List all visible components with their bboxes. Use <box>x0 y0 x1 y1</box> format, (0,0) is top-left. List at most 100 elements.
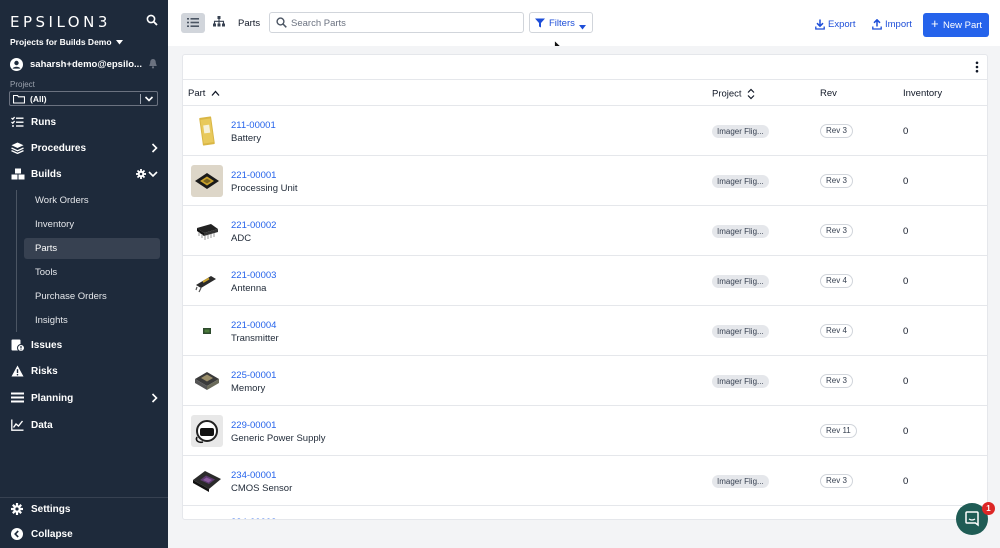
workspace-name: Projects for Builds Demo <box>10 37 112 47</box>
nav-procedures[interactable]: Procedures <box>0 138 168 160</box>
caret-down-icon <box>115 40 123 45</box>
chevron-right-icon[interactable] <box>151 393 158 406</box>
inventory-count: 0 <box>903 126 909 137</box>
inventory-count: 0 <box>903 326 909 337</box>
sidebar-item-insights[interactable]: Insights <box>24 310 160 331</box>
caret-down-icon <box>579 21 586 33</box>
nav-label: Planning <box>31 393 74 404</box>
inventory-count: 0 <box>903 276 909 287</box>
table-row[interactable]: 221-00004 Transmitter Imager Flig... Rev… <box>183 306 987 356</box>
chevron-right-icon[interactable] <box>151 143 158 156</box>
app-logo[interactable]: EPSILON3 <box>10 13 111 31</box>
part-thumbnail <box>191 215 223 247</box>
column-header-rev[interactable]: Rev <box>820 88 837 99</box>
nav-label: Settings <box>31 504 71 515</box>
notification-badge: 1 <box>982 502 995 515</box>
part-number-link[interactable]: 221-00002 <box>231 220 276 231</box>
nav-builds[interactable]: Builds <box>0 164 168 186</box>
filters-button[interactable]: Filters <box>529 12 593 33</box>
rev-badge: Rev 11 <box>820 424 857 438</box>
part-number-link[interactable]: 211-00001 <box>231 120 276 131</box>
sidebar-item-label: Tools <box>35 267 58 278</box>
sidebar-item-work-orders[interactable]: Work Orders <box>24 190 160 211</box>
project-badge: Imager Flig... <box>712 225 769 238</box>
part-name: Memory <box>231 383 266 394</box>
new-part-button[interactable]: + New Part <box>923 13 989 37</box>
cubes-icon <box>11 168 25 183</box>
project-badge: Imager Flig... <box>712 475 769 488</box>
issues-icon <box>11 339 25 355</box>
search-icon <box>276 17 287 31</box>
rev-badge: Rev 3 <box>820 124 853 138</box>
column-header-inventory[interactable]: Inventory <box>903 88 942 99</box>
hierarchy-view-button[interactable] <box>213 16 225 30</box>
table-row[interactable]: 229-00001 Generic Power Supply Rev 11 0 <box>183 406 987 456</box>
project-badge: Imager Flig... <box>712 175 769 188</box>
select-divider <box>140 94 141 104</box>
nav-collapse[interactable]: Collapse <box>0 524 168 546</box>
gear-icon <box>11 503 23 518</box>
inventory-count: 0 <box>903 376 909 387</box>
part-number-link[interactable]: 221-00001 <box>231 170 276 181</box>
sidebar-item-label: Insights <box>35 315 68 326</box>
user-avatar-icon <box>10 58 23 74</box>
gear-icon[interactable] <box>136 169 146 182</box>
menu-lines-icon <box>11 392 24 406</box>
nav-runs[interactable]: Runs <box>0 112 168 134</box>
search-input[interactable] <box>291 16 516 30</box>
breadcrumb: Parts <box>238 18 261 29</box>
sidebar-item-label: Parts <box>35 243 58 254</box>
table-header: Part Project Rev Inventory <box>183 79 987 106</box>
column-header-project[interactable]: Project <box>712 88 755 100</box>
part-thumbnail <box>191 115 223 147</box>
part-thumbnail <box>191 415 223 447</box>
top-toolbar: Parts Filters Export Import + New Part <box>168 0 1000 46</box>
sidebar-item-tools[interactable]: Tools <box>24 262 160 283</box>
inventory-count: 0 <box>903 476 909 487</box>
sidebar-divider <box>0 497 168 498</box>
part-number-link[interactable]: 234-00002 <box>231 517 276 519</box>
sidebar-item-label: Purchase Orders <box>35 291 107 302</box>
sidebar-item-inventory[interactable]: Inventory <box>24 214 160 235</box>
nav-label: Data <box>31 420 53 431</box>
sidebar-item-parts[interactable]: Parts <box>24 238 160 259</box>
table-row[interactable]: 234-00002 <box>183 512 987 519</box>
chevron-down-icon[interactable] <box>148 169 158 181</box>
column-header-part[interactable]: Part <box>188 88 220 99</box>
part-number-link[interactable]: 221-00003 <box>231 270 276 281</box>
table-row[interactable]: 221-00002 ADC Imager Flig... Rev 3 0 <box>183 206 987 256</box>
layers-icon <box>11 142 24 157</box>
table-row[interactable]: 225-00001 Memory Imager Flig... Rev 3 0 <box>183 356 987 406</box>
more-options-icon[interactable] <box>975 61 979 76</box>
inventory-count: 0 <box>903 226 909 237</box>
project-select[interactable]: (All) <box>9 91 158 106</box>
nav-settings[interactable]: Settings <box>0 499 168 521</box>
nav-data[interactable]: Data <box>0 415 168 437</box>
part-name: Processing Unit <box>231 183 298 194</box>
user-menu[interactable]: saharsh+demo@epsilo... <box>10 58 160 72</box>
nav-planning[interactable]: Planning <box>0 388 168 410</box>
export-label: Export <box>828 19 856 30</box>
bell-icon[interactable] <box>148 58 158 72</box>
nav-issues[interactable]: Issues <box>0 335 168 357</box>
workspace-selector[interactable]: Projects for Builds Demo <box>10 37 123 47</box>
table-row[interactable]: 234-00001 CMOS Sensor Imager Flig... Rev… <box>183 456 987 506</box>
folder-icon <box>12 94 26 107</box>
logo-row: EPSILON3 <box>10 12 160 32</box>
table-row[interactable]: 211-00001 Battery Imager Flig... Rev 3 0 <box>183 106 987 156</box>
submenu-guide-line <box>16 190 17 332</box>
nav-risks[interactable]: Risks <box>0 361 168 383</box>
part-number-link[interactable]: 221-00004 <box>231 320 276 331</box>
column-label: Part <box>188 88 206 99</box>
part-name: Antenna <box>231 283 267 294</box>
search-box[interactable] <box>269 12 524 33</box>
list-view-button[interactable] <box>181 13 205 33</box>
table-row[interactable]: 221-00003 Antenna Imager Flig... Rev 4 0 <box>183 256 987 306</box>
sidebar-item-purchase-orders[interactable]: Purchase Orders <box>24 286 160 307</box>
part-number-link[interactable]: 229-00001 <box>231 420 276 431</box>
part-number-link[interactable]: 225-00001 <box>231 370 276 381</box>
part-number-link[interactable]: 234-00001 <box>231 470 276 481</box>
table-row[interactable]: 221-00001 Processing Unit Imager Flig...… <box>183 156 987 206</box>
import-label: Import <box>885 19 912 30</box>
search-icon[interactable] <box>146 14 158 29</box>
